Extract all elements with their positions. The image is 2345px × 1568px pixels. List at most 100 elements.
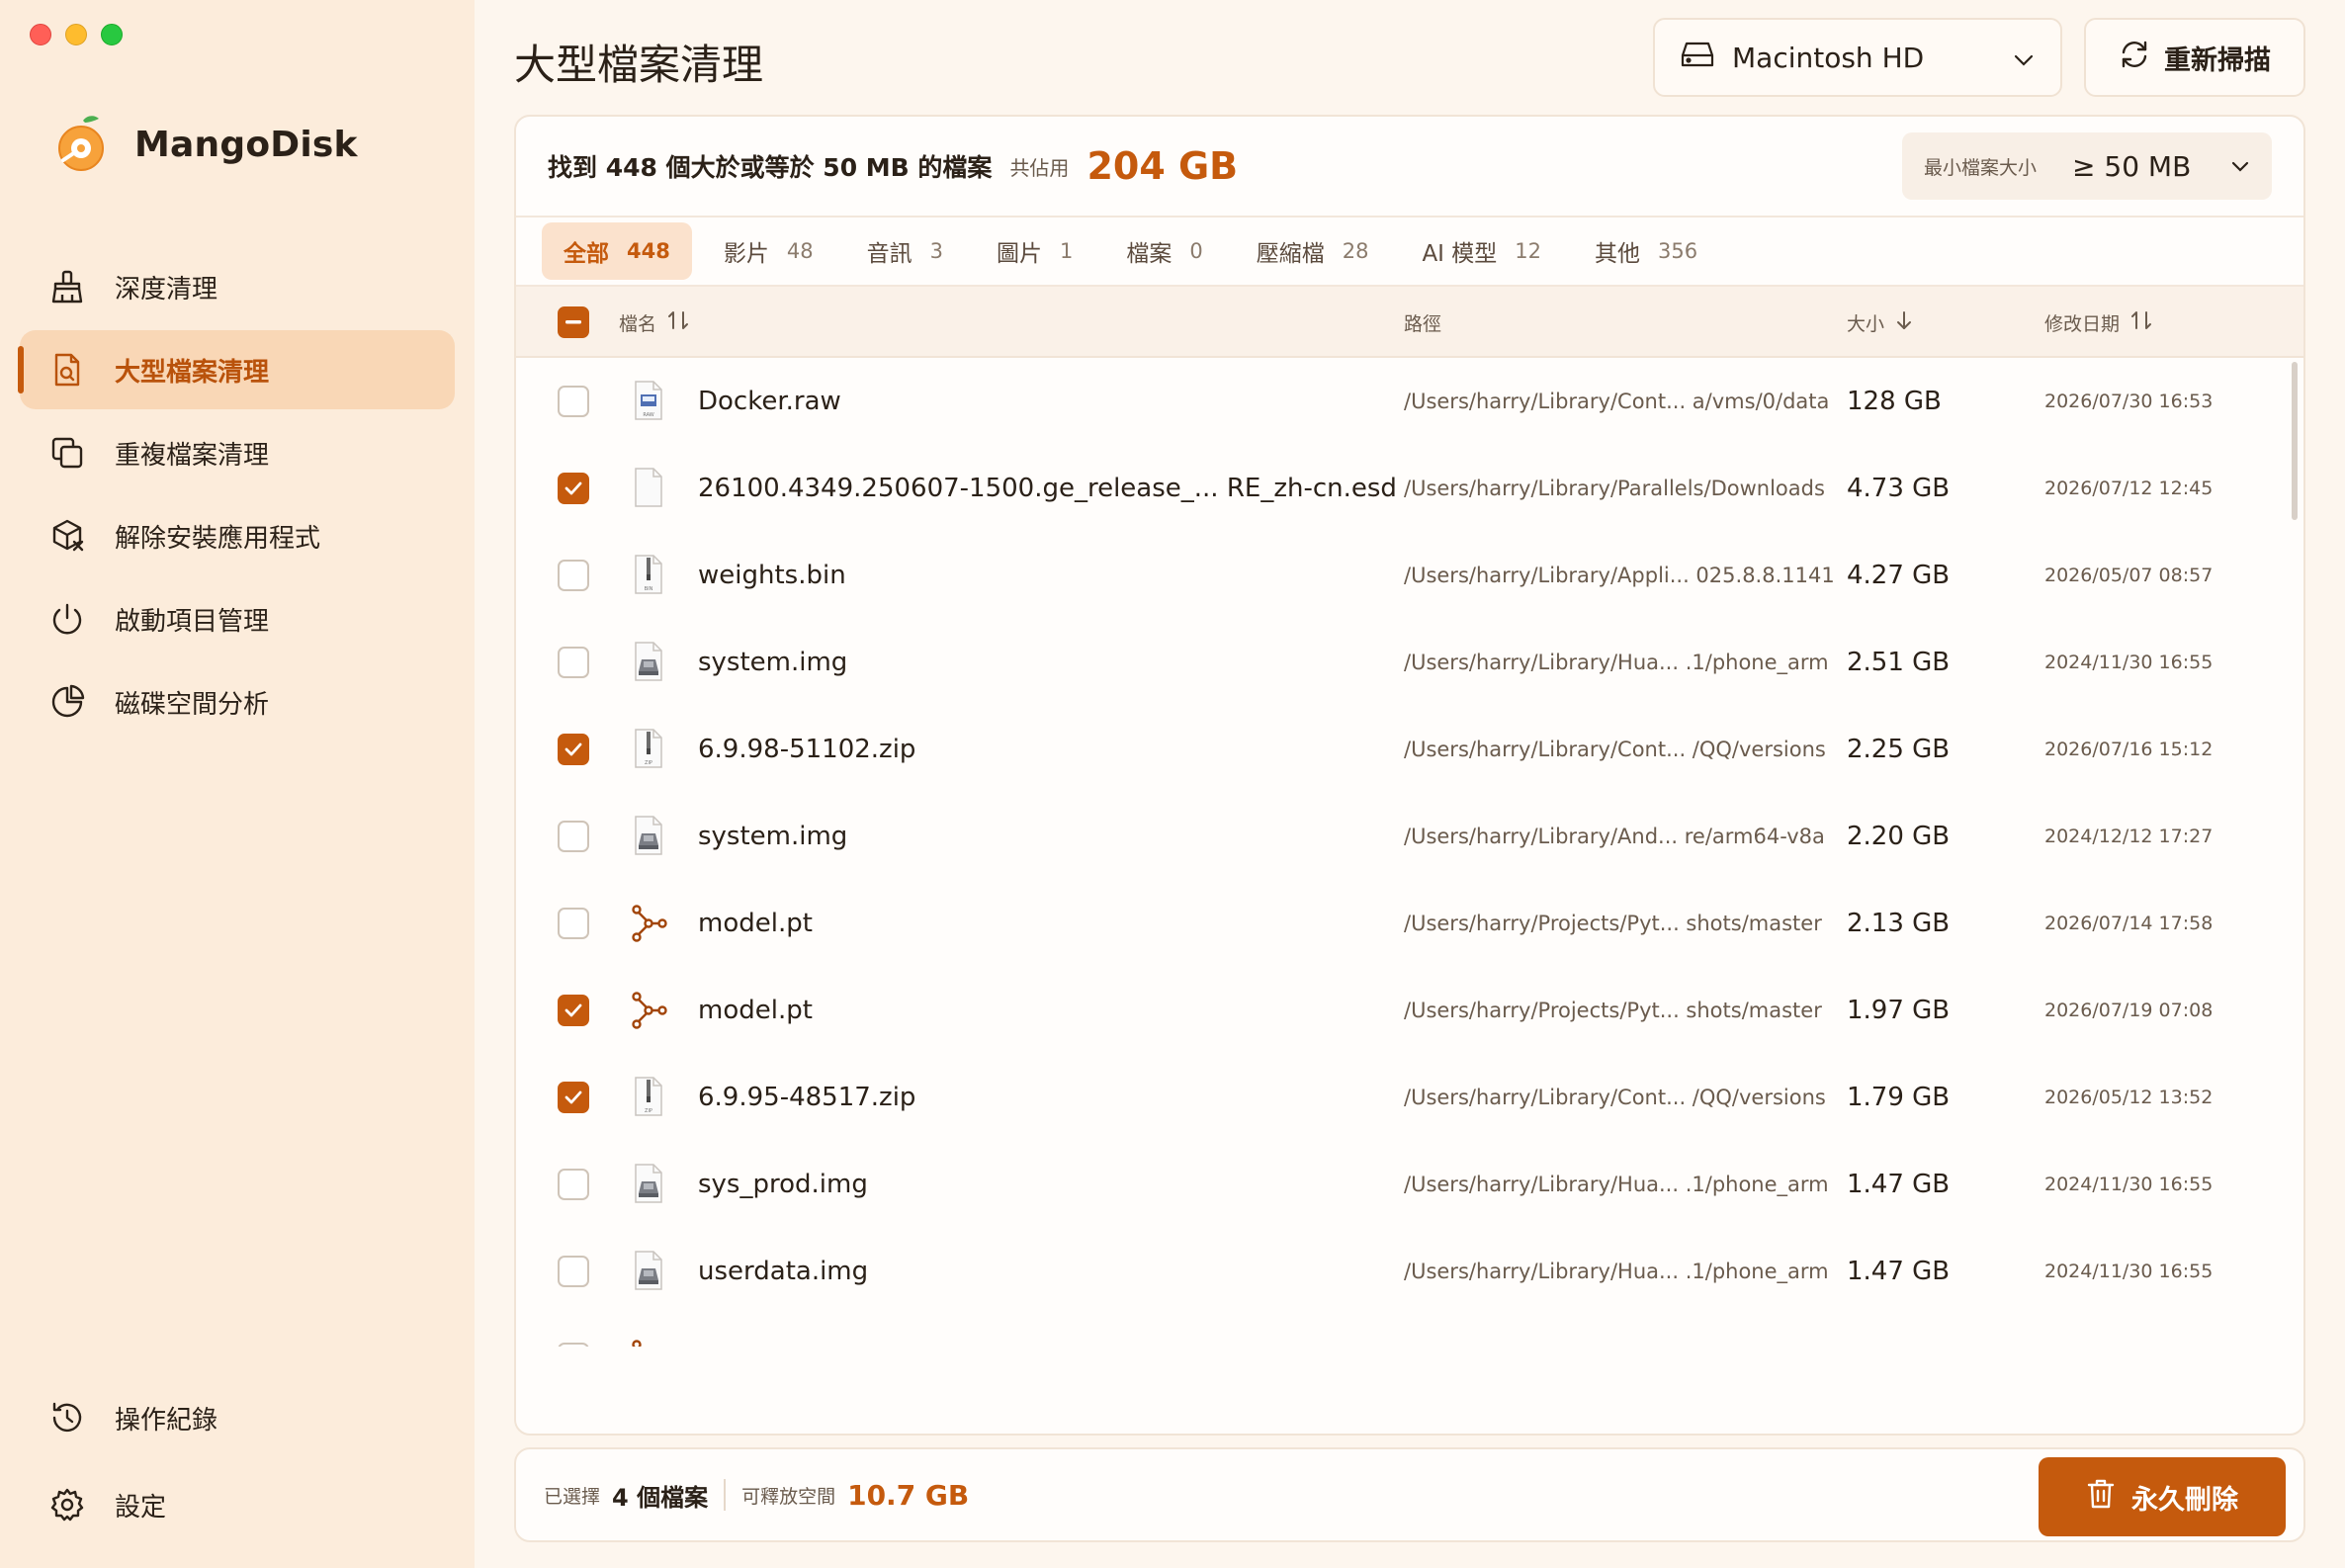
total-size: 204 GB [1086,144,1239,188]
blank-file-icon [627,445,670,532]
sidebar-item-deep-clean[interactable]: 深度清理 [20,247,455,326]
row-checkbox[interactable] [558,908,589,939]
sort-descending-icon [1894,309,1914,336]
file-date: 2024/11/30 16:55 [2044,1261,2214,1282]
table-row[interactable]: model.pt/Users/harry/Projects/Pyt... sho… [516,967,2303,1054]
row-checkbox[interactable] [558,1256,589,1287]
column-header-path-label: 路徑 [1404,312,1442,335]
column-header-size[interactable]: 大小 [1847,287,1914,358]
min-size-label: 最小檔案大小 [1924,156,2038,179]
file-size: 1.13 GB [1847,1315,1950,1347]
sidebar-item-uninstall[interactable]: 解除安裝應用程式 [20,496,455,575]
tab-category[interactable]: 全部 448 [542,222,692,280]
tab-label: 影片 [723,241,769,267]
tab-count: 0 [1189,239,1203,263]
model-graph-icon [627,880,670,967]
sidebar-item-settings[interactable]: 設定 [20,1463,455,1546]
row-checkbox[interactable] [558,821,589,852]
file-name: model.pt [698,996,813,1025]
tab-category[interactable]: 圖片 1 [975,222,1094,280]
file-name: 6.9.95-48517.zip [698,1083,916,1112]
table-row[interactable]: system.img/Users/harry/Library/And... re… [516,793,2303,880]
tab-category[interactable]: AI 模型 12 [1400,222,1563,280]
rescan-label: 重新掃描 [2164,44,2271,76]
package-remove-icon [47,516,87,556]
tab-label: AI 模型 [1422,241,1498,267]
sidebar-bottom-nav: 操作紀錄 設定 [20,1376,455,1550]
row-checkbox-cell [558,1141,589,1228]
svg-text:BIN: BIN [645,586,653,592]
row-checkbox[interactable] [558,995,589,1026]
file-date: 2024/12/12 17:27 [2044,826,2214,847]
file-date: 2026/07/16 15:12 [2044,739,2214,760]
file-size: 2.25 GB [1847,735,1951,764]
table-row[interactable]: sys_prod.img/Users/harry/Library/Hua... … [516,1141,2303,1228]
file-path: /Users/harry/Library/Appli... 025.8.8.11… [1404,564,1835,587]
refresh-icon [2119,39,2150,77]
row-checkbox-cell [558,880,589,967]
row-checkbox[interactable] [558,473,589,504]
bin-file-icon: BIN [627,532,670,619]
permanent-delete-button[interactable]: 永久刪除 [2039,1457,2286,1536]
selected-count: 4 個檔案 [612,1483,709,1512]
row-checkbox[interactable] [558,560,589,591]
file-date: 2026/05/12 13:52 [2044,1087,2214,1108]
minimize-window-button[interactable] [65,24,87,45]
tab-category[interactable]: 檔案 0 [1104,222,1224,280]
scrollbar[interactable] [2292,362,2298,520]
tab-count: 448 [627,239,670,263]
file-size: 2.51 GB [1847,648,1951,677]
tab-category[interactable]: 壓縮檔 28 [1235,222,1391,280]
row-checkbox[interactable] [558,734,589,765]
free-space-label: 可釋放空間 [741,1485,836,1508]
hard-drive-icon [1681,40,1714,76]
table-row[interactable]: BIN weights.bin/Users/harry/Library/Appli… [516,532,2303,619]
broom-icon [47,267,87,306]
table-row[interactable]: ZIP 6.9.95-48517.zip/Users/harry/Library/… [516,1054,2303,1141]
column-header-date[interactable]: 修改日期 [2044,287,2153,358]
row-checkbox-cell [558,706,589,793]
file-list: RAW Docker.raw/Users/harry/Library/Cont..… [516,358,2303,1347]
row-checkbox[interactable] [558,386,589,417]
table-row[interactable]: 26100.4349.250607-1500.ge_release_... RE… [516,445,2303,532]
row-checkbox[interactable] [558,1169,589,1200]
zoom-window-button[interactable] [101,24,123,45]
file-path: /Users/harry/Library/Hua... .1/phone_arm [1404,1260,1829,1283]
tab-category[interactable]: 影片 48 [702,222,835,280]
sidebar-item-disk-analysis[interactable]: 磁碟空間分析 [20,662,455,741]
close-window-button[interactable] [30,24,51,45]
disk-select[interactable]: Macintosh HD [1653,18,2062,97]
table-row[interactable]: ZIP 6.9.98-51102.zip/Users/harry/Library/… [516,706,2303,793]
row-checkbox[interactable] [558,647,589,678]
file-name: Docker.raw [698,387,841,416]
sidebar-item-duplicates[interactable]: 重複檔案清理 [20,413,455,492]
select-all-checkbox[interactable] [558,306,589,338]
file-path: /Users/harry/Library/Parallels/Downloads [1404,477,1825,500]
rescan-button[interactable]: 重新掃描 [2084,18,2305,97]
min-size-select[interactable]: 最小檔案大小 ≥ 50 MB [1902,132,2272,200]
tab-count: 1 [1059,239,1074,263]
table-row[interactable]: userdata.img/Users/harry/Library/Hua... … [516,1228,2303,1315]
table-row[interactable]: RAW Docker.raw/Users/harry/Library/Cont..… [516,358,2303,445]
row-checkbox[interactable] [558,1082,589,1113]
table-row[interactable]: model.pt/Users/harry/Projects/Pyt... sho… [516,880,2303,967]
file-date: 2026/07/14 17:58 [2044,913,2214,934]
column-header-name[interactable]: 檔名 [619,287,690,358]
table-row[interactable]: system.img/Users/harry/Library/Hua... .1… [516,619,2303,706]
sidebar-item-startup[interactable]: 啟動項目管理 [20,579,455,658]
selection-footer: 已選擇 4 個檔案 可釋放空間 10.7 GB 永久刪除 [514,1447,2305,1542]
file-size: 2.13 GB [1847,909,1951,938]
row-checkbox-cell [558,1054,589,1141]
table-row[interactable]: model.pt/Users/harry/Projects/Pyt... sho… [516,1315,2303,1347]
file-name: 6.9.98-51102.zip [698,735,916,764]
min-size-value: ≥ 50 MB [2072,149,2192,183]
tab-category[interactable]: 其他 356 [1573,222,1719,280]
sidebar-item-large-files[interactable]: 大型檔案清理 [18,330,455,409]
tab-category[interactable]: 音訊 3 [845,222,965,280]
total-label: 共佔用 [1009,155,1070,180]
file-size: 128 GB [1847,387,1942,416]
row-checkbox[interactable] [558,1343,589,1347]
disk-image-icon [627,1141,670,1228]
tab-count: 48 [786,239,814,263]
sidebar-item-history[interactable]: 操作紀錄 [20,1376,455,1459]
